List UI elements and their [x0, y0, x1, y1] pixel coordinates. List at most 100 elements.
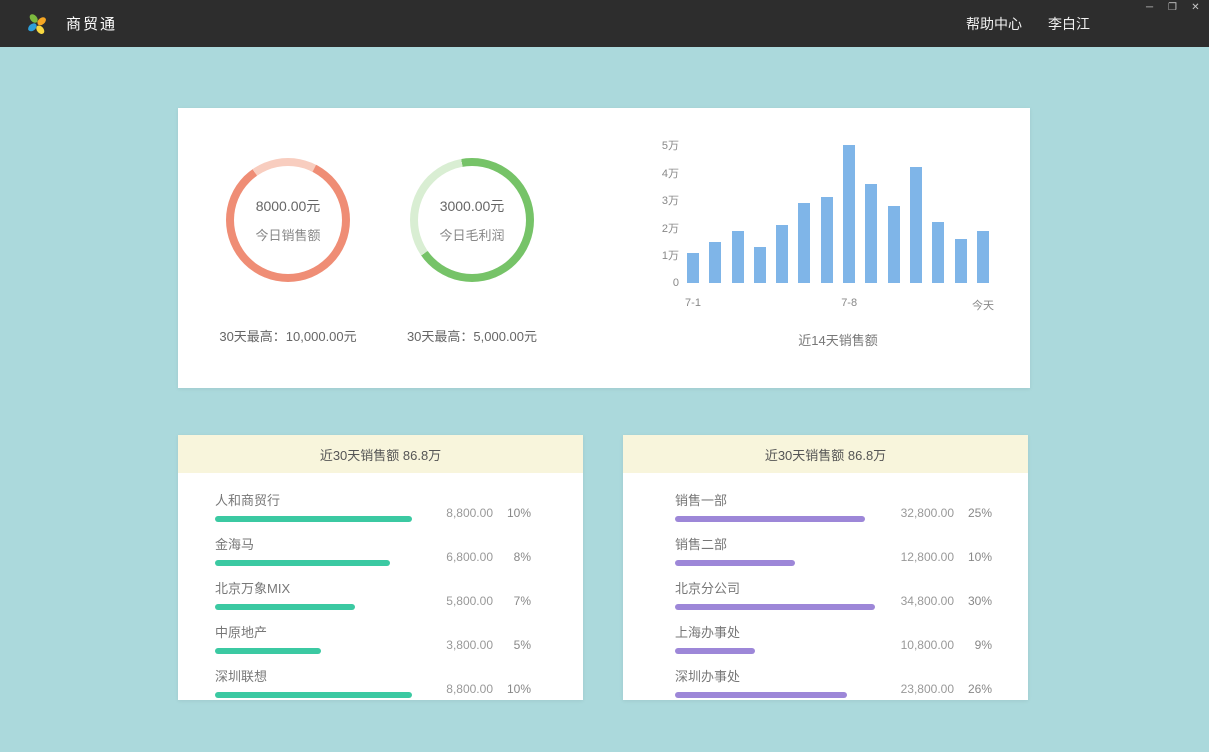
list-item: 金海马 6,800.00 8%: [215, 534, 531, 566]
app-title: 商贸通: [66, 13, 117, 34]
list-item: 中原地产 3,800.00 5%: [215, 622, 531, 654]
list-item: 深圳联想 8,800.00 10%: [215, 666, 531, 698]
department-amount: 32,800.00: [901, 506, 954, 520]
customer-amount: 6,800.00: [446, 550, 493, 564]
today-sales-donut-ring: 8000.00元 今日销售额: [226, 158, 350, 282]
titlebar: 商贸通 帮助中心 李白江 ─ ❐ ✕: [0, 0, 1209, 47]
department-percent: 10%: [964, 550, 992, 564]
customer-percent: 10%: [503, 506, 531, 520]
x-tick-label: 今天: [972, 297, 994, 313]
customer-sales-list: 人和商贸行 8,800.00 10% 金海马 6,800.00 8% 北京万象M…: [178, 473, 583, 698]
customer-name: 人和商贸行: [215, 490, 412, 509]
today-profit-donut-block: 3000.00元 今日毛利润 30天最高：5,000.00元: [357, 158, 587, 345]
window-controls: ─ ❐ ✕: [1143, 2, 1202, 14]
help-center-link[interactable]: 帮助中心: [966, 14, 1022, 34]
department-percent: 26%: [964, 682, 992, 696]
customer-bar: [215, 648, 321, 654]
maximize-icon[interactable]: ❐: [1166, 2, 1179, 14]
close-icon[interactable]: ✕: [1189, 2, 1202, 14]
department-percent: 9%: [964, 638, 992, 652]
bar-day-10: [888, 206, 900, 283]
bar-chart-y-axis: 5万4万3万2万1万0: [637, 145, 679, 283]
department-sales-card: 近30天销售额 86.8万 销售一部 32,800.00 25% 销售二部 12…: [623, 435, 1028, 700]
y-tick-label: 1万: [662, 247, 679, 263]
today-sales-donut-center: 8000.00元 今日销售额: [234, 166, 342, 274]
department-bar: [675, 648, 755, 654]
today-profit-donut-center: 3000.00元 今日毛利润: [418, 166, 526, 274]
customer-name: 中原地产: [215, 622, 412, 641]
department-sales-card-title: 近30天销售额 86.8万: [623, 435, 1028, 473]
bar-day-5: [776, 225, 788, 283]
customer-percent: 5%: [503, 638, 531, 652]
app-logo-icon: [26, 13, 48, 35]
bar-chart-caption: 近14天销售额: [687, 330, 989, 349]
customer-sales-card: 近30天销售额 86.8万 人和商贸行 8,800.00 10% 金海马 6,8…: [178, 435, 583, 700]
y-tick-label: 5万: [662, 137, 679, 153]
customer-percent: 8%: [503, 550, 531, 564]
customer-amount: 5,800.00: [446, 594, 493, 608]
department-name: 北京分公司: [675, 578, 875, 597]
bar-day-7: [821, 197, 833, 283]
x-tick-label: 7-1: [685, 297, 701, 309]
customer-name: 北京万象MIX: [215, 578, 412, 597]
minimize-icon[interactable]: ─: [1143, 2, 1156, 14]
summary-card: 8000.00元 今日销售额 30天最高：10,000.00元 3000.00元…: [178, 108, 1030, 388]
customer-name: 深圳联想: [215, 666, 412, 685]
topbar-right: 帮助中心 李白江: [966, 0, 1090, 47]
y-tick-label: 4万: [662, 165, 679, 181]
customer-bar: [215, 560, 390, 566]
list-item: 销售一部 32,800.00 25%: [675, 490, 992, 522]
list-item: 人和商贸行 8,800.00 10%: [215, 490, 531, 522]
y-tick-label: 0: [673, 277, 679, 289]
customer-bar: [215, 604, 355, 610]
customer-percent: 7%: [503, 594, 531, 608]
department-bar: [675, 692, 847, 698]
department-bar: [675, 516, 865, 522]
y-tick-label: 3万: [662, 192, 679, 208]
department-amount: 34,800.00: [901, 594, 954, 608]
department-name: 深圳办事处: [675, 666, 875, 685]
bar-day-11: [910, 167, 922, 283]
department-amount: 10,800.00: [901, 638, 954, 652]
list-item: 北京分公司 34,800.00 30%: [675, 578, 992, 610]
department-bar: [675, 604, 875, 610]
bar-day-14: [977, 231, 989, 283]
department-sales-list: 销售一部 32,800.00 25% 销售二部 12,800.00 10% 北京…: [623, 473, 1028, 698]
department-name: 销售一部: [675, 490, 875, 509]
bar-chart-x-axis: 7-17-8今天: [687, 297, 989, 311]
customer-amount: 3,800.00: [446, 638, 493, 652]
department-amount: 12,800.00: [901, 550, 954, 564]
today-sales-label: 今日销售额: [255, 225, 320, 244]
customer-percent: 10%: [503, 682, 531, 696]
profit-30d-max-note: 30天最高：5,000.00元: [407, 326, 537, 345]
customer-bar: [215, 692, 412, 698]
app-window: { "window": { "controls": { "minimize": …: [0, 0, 1209, 752]
x-tick-label: 7-8: [841, 297, 857, 309]
sales-30d-max-note: 30天最高：10,000.00元: [219, 326, 356, 345]
list-item: 销售二部 12,800.00 10%: [675, 534, 992, 566]
department-bar: [675, 560, 795, 566]
bar-day-1: [687, 253, 699, 283]
customer-amount: 8,800.00: [446, 506, 493, 520]
bar-day-4: [754, 247, 766, 283]
today-profit-value: 3000.00元: [440, 196, 505, 216]
customer-amount: 8,800.00: [446, 682, 493, 696]
username-menu[interactable]: 李白江: [1048, 14, 1090, 34]
bar-day-9: [865, 184, 877, 283]
bar-day-6: [798, 203, 810, 283]
today-profit-donut-ring: 3000.00元 今日毛利润: [410, 158, 534, 282]
today-profit-label: 今日毛利润: [439, 225, 504, 244]
list-item: 深圳办事处 23,800.00 26%: [675, 666, 992, 698]
customer-sales-card-title: 近30天销售额 86.8万: [178, 435, 583, 473]
bar-day-12: [932, 222, 944, 283]
bar-day-3: [732, 231, 744, 283]
department-amount: 23,800.00: [901, 682, 954, 696]
app-brand: 商贸通: [26, 0, 117, 47]
bar-day-8: [843, 145, 855, 283]
customer-name: 金海马: [215, 534, 412, 553]
bar-day-2: [709, 242, 721, 283]
bar-chart: 5万4万3万2万1万0 7-17-8今天: [687, 145, 989, 283]
y-tick-label: 2万: [662, 220, 679, 236]
department-name: 销售二部: [675, 534, 875, 553]
bar-chart-plot: [687, 145, 989, 283]
